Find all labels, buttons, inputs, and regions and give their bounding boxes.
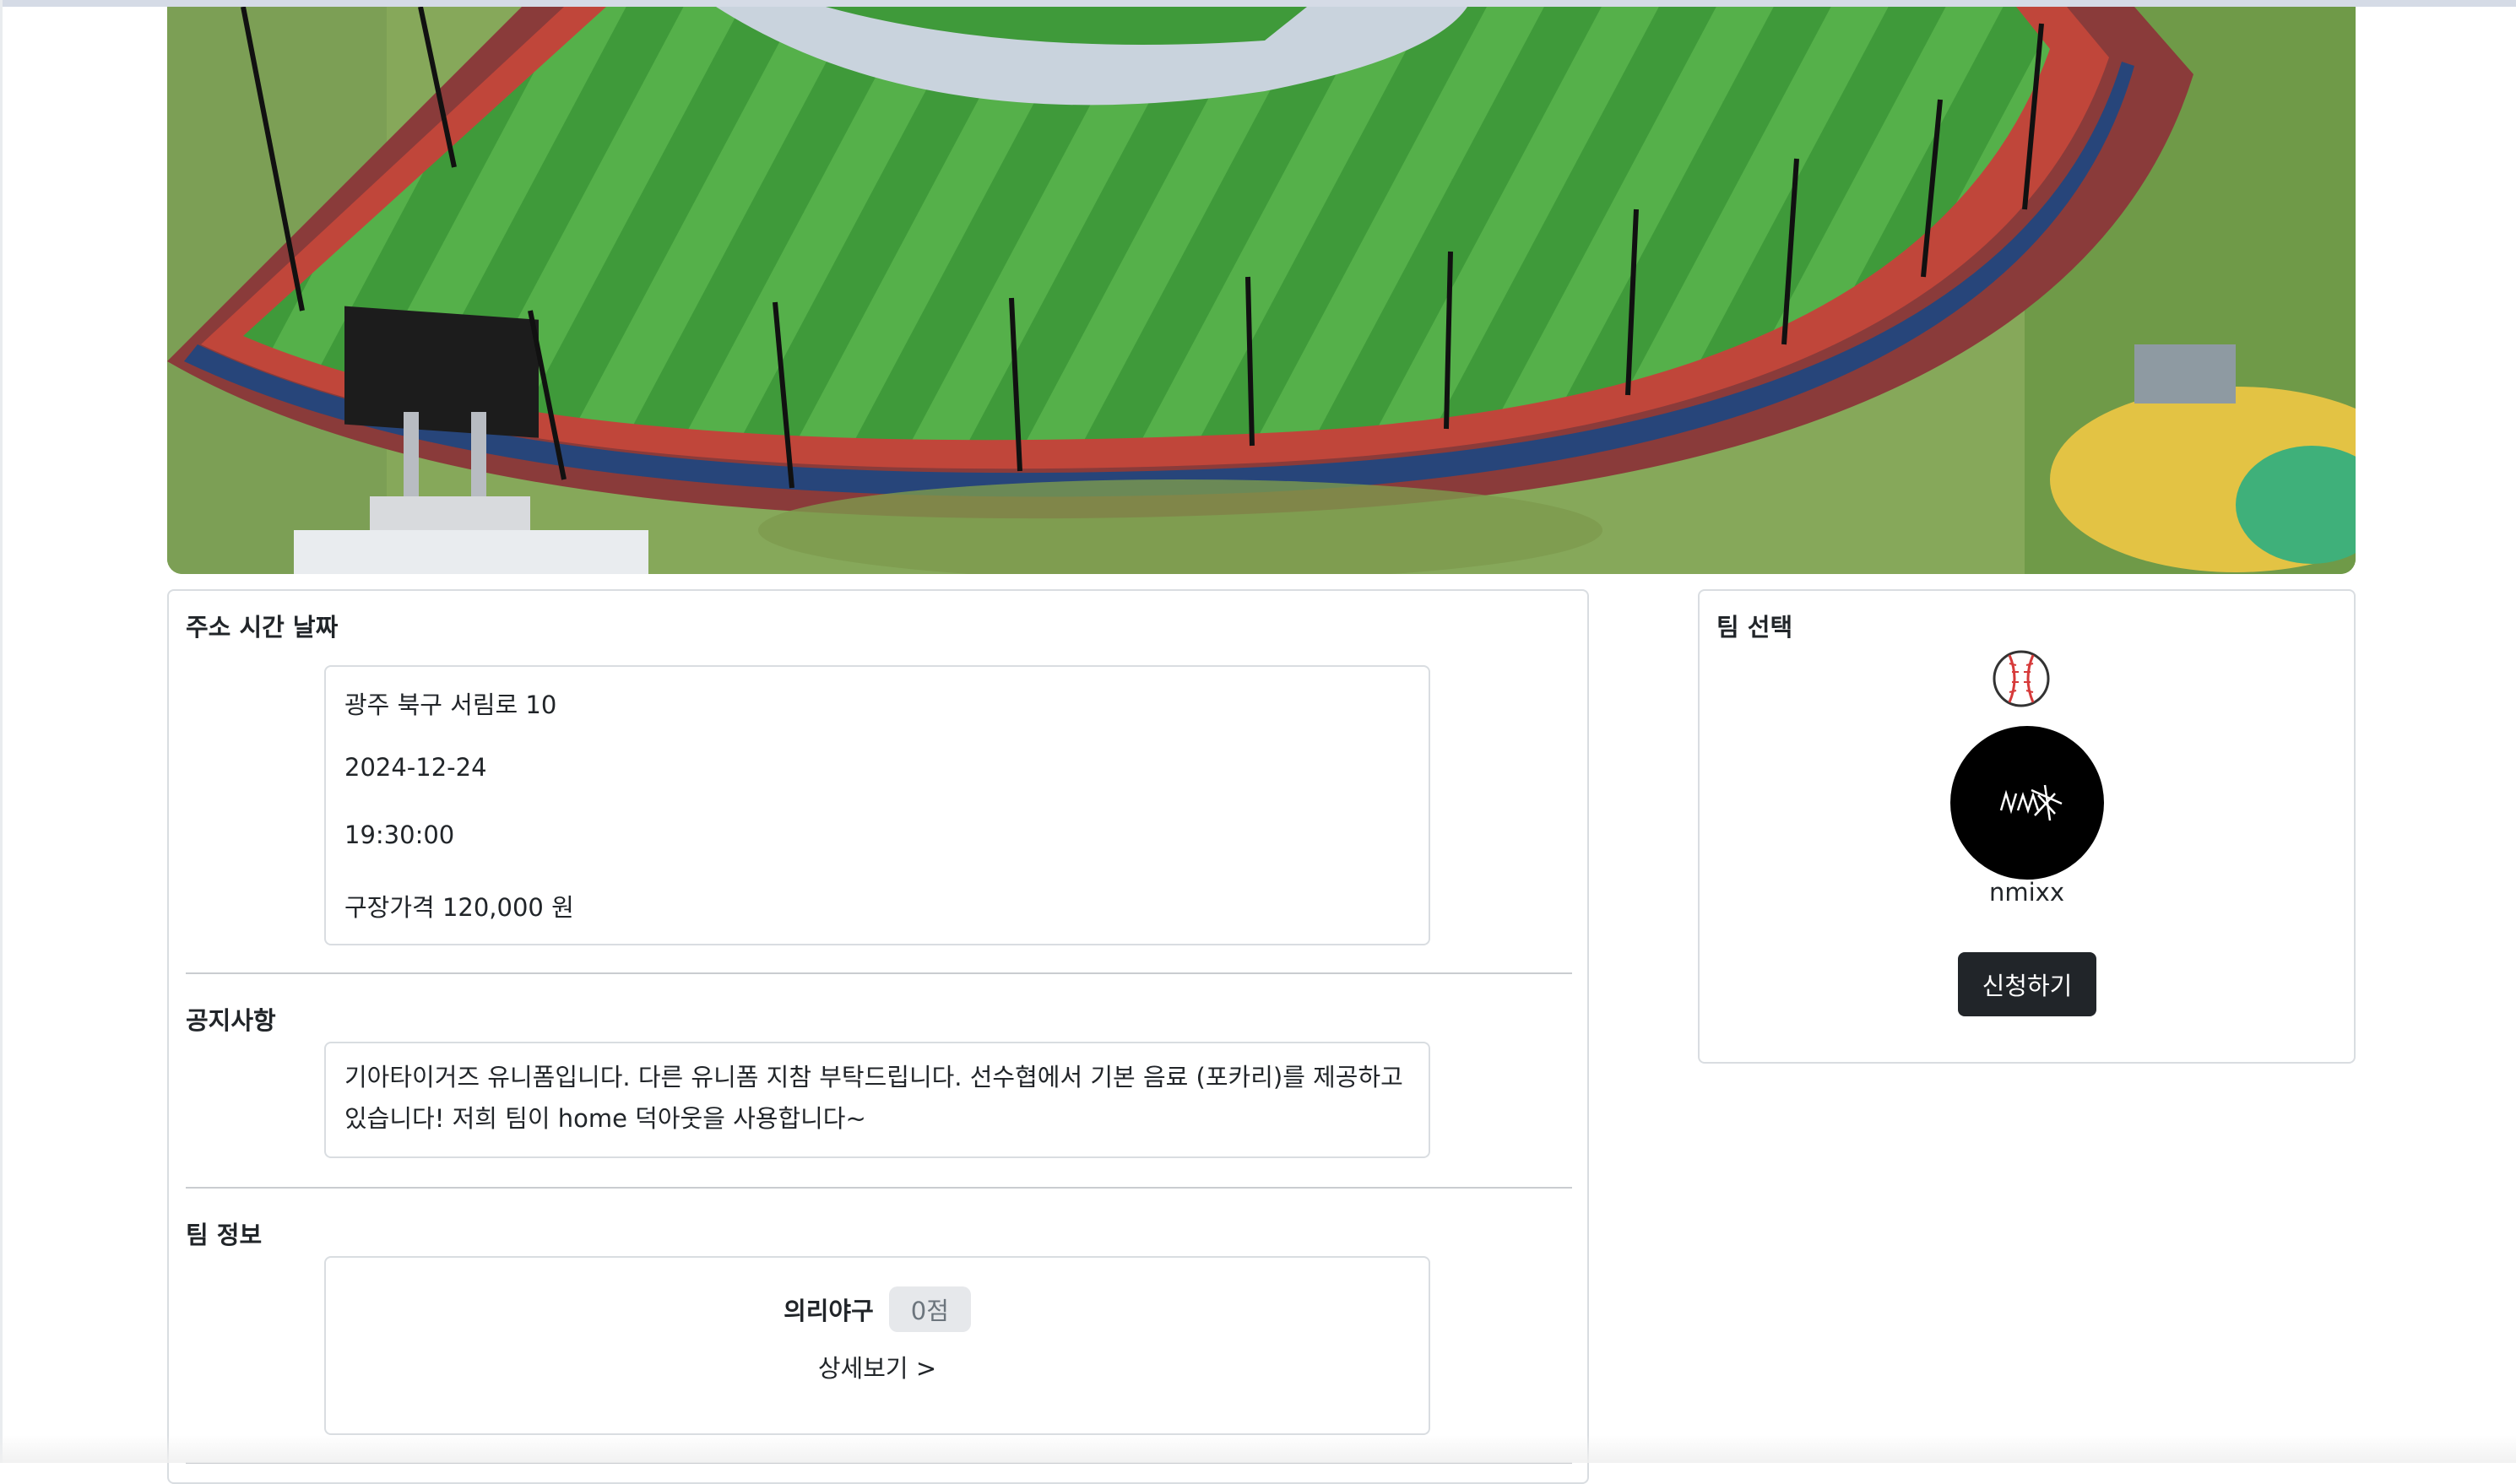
nmixx-logo-icon — [1999, 784, 2063, 821]
team-info-row: 의리야구 0점 — [326, 1286, 1429, 1332]
address-text: 광주 북구 서림로 10 — [344, 691, 557, 719]
bottom-scroll-fade — [0, 1435, 2516, 1463]
stadium-hero-image — [167, 7, 2356, 574]
score-badge: 0점 — [888, 1286, 971, 1332]
baseball-icon — [1993, 650, 2050, 707]
page-left-edge — [0, 0, 3, 1463]
notice-section-title: 공지사항 — [186, 1006, 276, 1035]
browser-top-edge — [0, 0, 2516, 7]
team-select-title: 팀 선택 — [1716, 613, 1793, 642]
date-text: 2024-12-24 — [344, 753, 487, 782]
section-divider — [186, 972, 1572, 974]
apply-button[interactable]: 신청하기 — [1958, 952, 2096, 1016]
time-text: 19:30:00 — [344, 821, 455, 849]
info-section-title: 주소 시간 날짜 — [186, 613, 339, 642]
match-info-card: 주소 시간 날짜 광주 북구 서림로 10 2024-12-24 19:30:0… — [167, 589, 1589, 1484]
team-select-name: nmixx — [1988, 878, 2064, 907]
team-logo-avatar[interactable] — [1950, 726, 2104, 880]
info-box: 광주 북구 서림로 10 2024-12-24 19:30:00 구장가격 12… — [324, 665, 1430, 945]
team-info-section-title: 팀 정보 — [186, 1221, 263, 1249]
team-info-box: 의리야구 0점 상세보기 > — [324, 1256, 1430, 1435]
stadium-illustration — [167, 7, 2356, 574]
notice-text: 기아타이거즈 유니폼입니다. 다른 유니폼 지참 부탁드립니다. 선수협에서 기… — [344, 1063, 1403, 1133]
detail-link[interactable]: 상세보기 > — [326, 1349, 1429, 1384]
section-divider — [186, 1187, 1572, 1189]
price-text: 구장가격 120,000 원 — [344, 893, 574, 922]
notice-box: 기아타이거즈 유니폼입니다. 다른 유니폼 지참 부탁드립니다. 선수협에서 기… — [324, 1042, 1430, 1158]
team-name: 의리야구 — [784, 1297, 874, 1325]
team-select-card: 팀 선택 nmixx 신청하기 — [1698, 589, 2356, 1064]
